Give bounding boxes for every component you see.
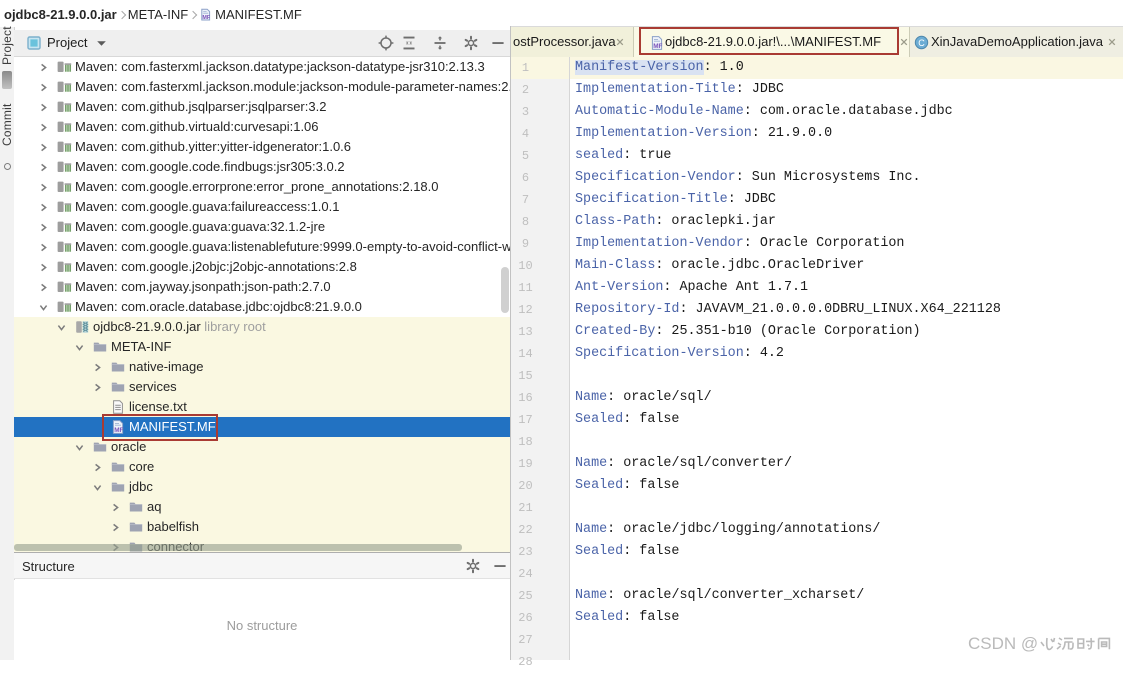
svg-text:C: C xyxy=(918,38,925,48)
svg-text:MF: MF xyxy=(203,15,211,21)
